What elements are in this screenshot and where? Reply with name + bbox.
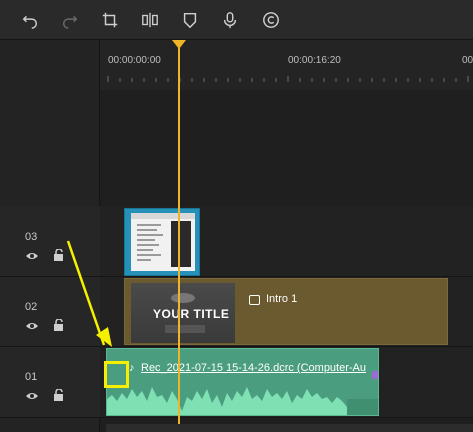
track-number: 02 <box>25 301 38 313</box>
eye-icon[interactable] <box>25 320 39 332</box>
timeline-ruler[interactable]: 00:00:00:00 00:00:16:20 00 <box>100 40 473 90</box>
eye-icon[interactable] <box>25 390 39 402</box>
title-text: YOUR TITLE <box>153 307 230 321</box>
audio-waveform <box>107 387 378 415</box>
split-icon[interactable] <box>140 10 160 30</box>
track-number: 03 <box>25 231 38 243</box>
annotation-highlight-box <box>104 361 129 388</box>
eye-icon[interactable] <box>25 250 39 262</box>
clip-label: Intro 1 <box>266 293 298 305</box>
editor-toolbar <box>0 0 473 40</box>
undo-icon[interactable] <box>20 10 40 30</box>
crop-icon[interactable] <box>100 10 120 30</box>
clip-label: Rec_2021-07-15 15-14-26.dcrc (Computer-A… <box>141 362 367 374</box>
copyright-icon[interactable] <box>261 10 281 30</box>
timeline-scrollbar[interactable] <box>106 424 473 432</box>
playhead-line[interactable] <box>178 40 180 432</box>
annotation-arrow <box>66 240 112 347</box>
timecode-end: 00 <box>462 55 473 66</box>
timecode-mid: 00:00:16:20 <box>288 55 341 66</box>
screen-clip[interactable] <box>124 208 200 276</box>
screen-preview <box>131 213 195 267</box>
title-thumbnail: YOUR TITLE <box>131 283 235 343</box>
music-note-icon: ♪ <box>129 362 135 374</box>
track-number: 01 <box>25 371 38 383</box>
timecode-start: 00:00:00:00 <box>108 55 161 66</box>
title-subtitle-bar <box>165 325 205 333</box>
title-icon <box>249 295 260 305</box>
track-header-01: 01 <box>0 347 100 418</box>
ruler-ticks <box>107 76 469 82</box>
title-figure <box>171 293 195 303</box>
title-clip[interactable]: YOUR TITLE Intro 1 <box>124 278 448 345</box>
recording-clip[interactable]: ♪ Rec_2021-07-15 15-14-26.dcrc (Computer… <box>106 348 379 416</box>
marker-icon[interactable] <box>180 10 200 30</box>
clip-end-marker[interactable] <box>372 371 378 379</box>
clip-thumbnail <box>131 213 195 271</box>
playhead-handle[interactable] <box>172 40 186 49</box>
mic-icon[interactable] <box>220 10 240 30</box>
redo-icon[interactable] <box>60 10 80 30</box>
unlock-icon[interactable] <box>52 389 66 401</box>
